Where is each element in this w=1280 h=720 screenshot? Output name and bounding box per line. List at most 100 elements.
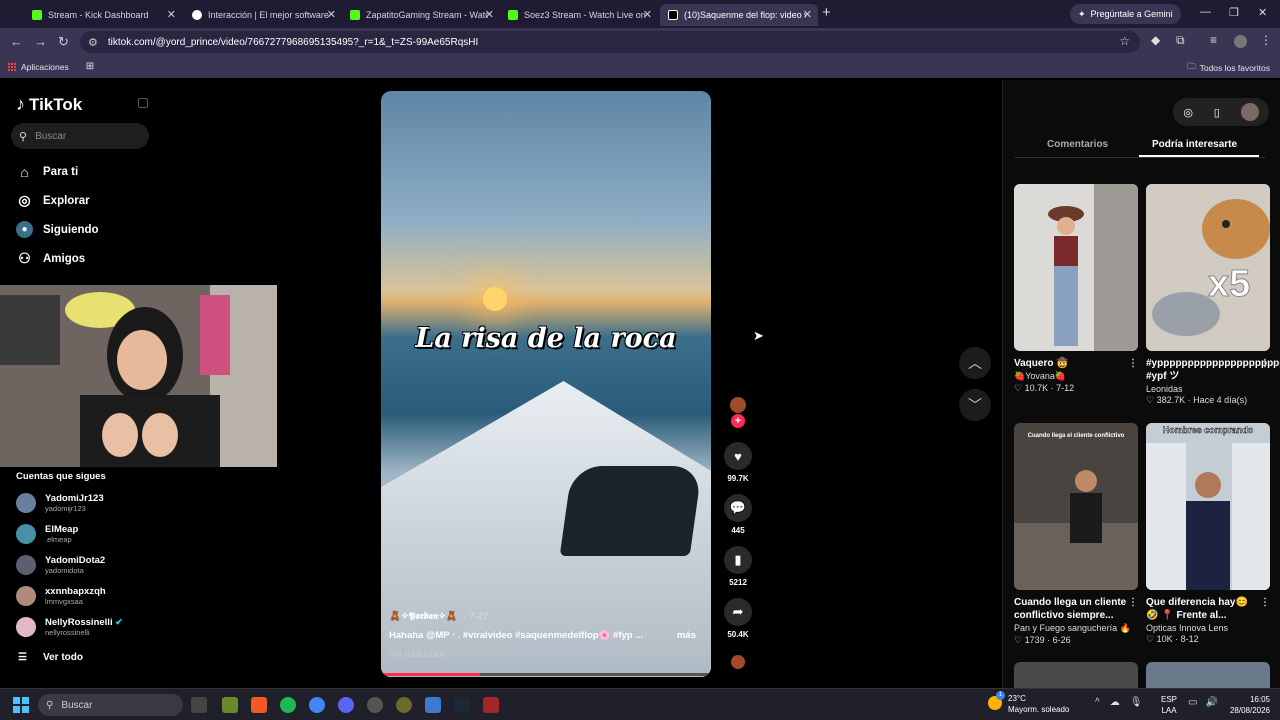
apps-bookmark[interactable]: Aplicaciones ⊞	[8, 61, 94, 72]
card-meta: ♡ 382.7K · Hace 4 día(s)	[1146, 395, 1248, 405]
window-close-button[interactable]: ✕	[1258, 6, 1267, 19]
chrome-icon[interactable]	[309, 697, 325, 713]
cloud-icon[interactable]: ☁	[1110, 697, 1120, 708]
suggested-video-card[interactable]: Vaquero 🤠 ⋮ 🍓Yovana🍓 ♡ 10.7K · 7-12	[1014, 184, 1138, 394]
avatar[interactable]	[1240, 103, 1259, 121]
next-video-button[interactable]: ﹀	[959, 389, 991, 421]
tab-podria-interesarte[interactable]: Podría interesarte	[1152, 139, 1237, 150]
steam-icon[interactable]	[454, 697, 470, 713]
video-thumbnail[interactable]	[1014, 662, 1138, 688]
close-icon[interactable]: ✕	[643, 8, 652, 21]
suggested-video-card[interactable]: Hombres comprando Que diferencia hay😊🤣 📍…	[1146, 423, 1270, 645]
reload-icon[interactable]: ↻	[58, 34, 69, 50]
tab-soez3[interactable]: Soez3 Stream - Watch Live on K ✕	[500, 4, 658, 26]
tab-tiktok-active[interactable]: (10)Saquenme del flop: video v ✕	[660, 4, 818, 26]
account-yadomijr123[interactable]: YadomiJr123 yadomijr123	[16, 493, 104, 513]
video-progress-bar[interactable]	[381, 673, 711, 676]
app-icon[interactable]	[425, 697, 441, 713]
account-xxnnbapxzqh[interactable]: xxnnbapxzqh lmmvgxsaa	[16, 586, 106, 606]
app-icon[interactable]	[396, 697, 412, 713]
extension-diamond-icon[interactable]: ◆	[1151, 33, 1160, 47]
obs-icon[interactable]	[367, 697, 383, 713]
tab-zapatitogaming[interactable]: ZapatitoGaming Stream - Watch ✕	[342, 4, 500, 26]
creator-avatar[interactable]	[730, 397, 746, 413]
like-action[interactable]: ♥ 99.7K	[723, 442, 753, 483]
weather-widget[interactable]: 1 23°C Mayorm. soleado	[988, 691, 1069, 715]
media-controls-icon[interactable]: ≡	[1210, 33, 1217, 47]
tab-groups-icon[interactable]: ⊞	[86, 61, 94, 72]
mouse-cursor-icon: ➤	[753, 328, 764, 343]
share-action[interactable]: ➦ 50.4K	[723, 598, 753, 639]
chevron-up-icon[interactable]: ^	[1095, 697, 1100, 708]
microphone-icon[interactable]: 🎙	[1130, 697, 1143, 708]
all-bookmarks-folder[interactable]: 🗀 Todos los favoritos	[1187, 61, 1270, 75]
site-info-icon[interactable]: ⚙	[88, 36, 98, 49]
browser-menu-icon[interactable]: ⋮	[1260, 33, 1272, 47]
app-icon[interactable]	[222, 697, 238, 713]
more-button[interactable]: más	[677, 630, 696, 641]
tab-comentarios[interactable]: Comentarios	[1047, 139, 1108, 150]
spotify-icon[interactable]	[280, 697, 296, 713]
profile-avatar[interactable]	[1234, 35, 1247, 48]
task-view-icon[interactable]	[191, 697, 207, 713]
tab-kick-dashboard[interactable]: Stream - Kick Dashboard ✕	[24, 4, 182, 26]
suggested-video-card[interactable]: x5 #ypppppppppppppppppppppp #ypf ツ ⋮ Leon…	[1146, 184, 1280, 406]
dota-icon[interactable]	[483, 697, 499, 713]
nav-para-ti[interactable]: ⌂ Para ti	[16, 163, 78, 180]
collapse-sidebar-icon[interactable]	[138, 98, 148, 108]
new-tab-button[interactable]: +	[822, 4, 831, 21]
phone-icon[interactable]: ▯	[1214, 106, 1220, 119]
follow-button[interactable]: +	[731, 414, 745, 428]
account-elmeap[interactable]: ElMeap .elmeap	[16, 524, 78, 544]
restore-button[interactable]: ❐	[1229, 6, 1239, 19]
music-disc-icon[interactable]	[731, 655, 745, 669]
account-yadomidota2[interactable]: YadomiDota2 yadomidota	[16, 555, 105, 575]
language-indicator[interactable]: ESP LAA	[1161, 694, 1177, 716]
discord-icon[interactable]	[338, 697, 354, 713]
close-icon[interactable]: ✕	[327, 8, 336, 21]
suggested-video-card[interactable]: Cuando llega el cliente conflictivo Cuan…	[1014, 423, 1138, 646]
windows-start-icon[interactable]	[13, 697, 29, 713]
minimize-button[interactable]: —	[1200, 6, 1211, 18]
close-icon[interactable]: ✕	[803, 8, 812, 21]
nav-amigos[interactable]: ⚇ Amigos	[16, 250, 85, 267]
ask-gemini-button[interactable]: ✦ Pregúntale a Gemini	[1070, 4, 1181, 24]
video-player[interactable]: La risa de la roca 🧸✧𝖄𝖔𝖗𝖉𝖆𝖓✧🧸 · 7-27 Hah…	[381, 91, 711, 677]
more-options-icon[interactable]: ⋮	[1260, 596, 1270, 609]
comment-action[interactable]: 💬 445	[723, 494, 753, 535]
video-thumbnail[interactable]	[1146, 662, 1270, 688]
extensions-puzzle-icon[interactable]: ⧉	[1176, 33, 1185, 48]
more-options-icon[interactable]: ⋮	[1128, 596, 1138, 609]
account-nellyrossinelli[interactable]: NellyRossinelli ✔ nellyrossinelli	[16, 617, 123, 637]
close-icon[interactable]: ✕	[167, 8, 176, 21]
back-arrow-icon[interactable]: ←	[10, 34, 23, 49]
taskbar-search-input[interactable]: ⚲ Buscar	[38, 694, 183, 716]
tiktok-logo[interactable]: ♪ TikTok	[16, 94, 82, 115]
heart-icon[interactable]: ♥	[724, 442, 752, 470]
more-options-icon[interactable]: ⋮	[1260, 357, 1270, 370]
following-accounts-header: Cuentas que sigues	[16, 471, 106, 482]
close-icon[interactable]: ✕	[485, 8, 494, 21]
bookmark-star-icon[interactable]: ☆	[1119, 34, 1130, 48]
video-author[interactable]: 🧸✧𝖄𝖔𝖗𝖉𝖆𝖓✧🧸 · 7-27	[389, 611, 704, 622]
bookmark-icon[interactable]: ▮	[724, 546, 752, 574]
compass-icon[interactable]: ◎	[1183, 106, 1193, 119]
search-input[interactable]: ⚲ Buscar	[11, 123, 149, 149]
avatar	[16, 586, 36, 606]
more-options-icon[interactable]: ⋮	[1128, 357, 1138, 370]
search-icon: ⚲	[46, 699, 54, 711]
tab-interaccion[interactable]: Interacción | El mejor software pa ✕	[184, 4, 342, 26]
forward-arrow-icon[interactable]: →	[34, 34, 47, 49]
save-action[interactable]: ▮ 5212	[723, 546, 753, 587]
share-arrow-icon[interactable]: ➦	[724, 598, 752, 626]
see-all-button[interactable]: ☰ Ver todo	[18, 652, 83, 663]
brave-browser-icon[interactable]	[251, 697, 267, 713]
clock[interactable]: 16:05 28/08/2026	[1230, 694, 1270, 716]
translate-button[interactable]: Ver traducción	[389, 649, 704, 659]
comment-icon[interactable]: 💬	[724, 494, 752, 522]
status-icons[interactable]: ▭ 🔊	[1188, 697, 1218, 708]
nav-siguiendo[interactable]: ● Siguiendo	[16, 221, 99, 238]
previous-video-button[interactable]: ︿	[959, 347, 991, 379]
address-bar[interactable]: ⚙ tiktok.com/@yord_prince/video/76672779…	[80, 31, 1140, 53]
nav-explorar[interactable]: ◎ Explorar	[16, 192, 89, 209]
